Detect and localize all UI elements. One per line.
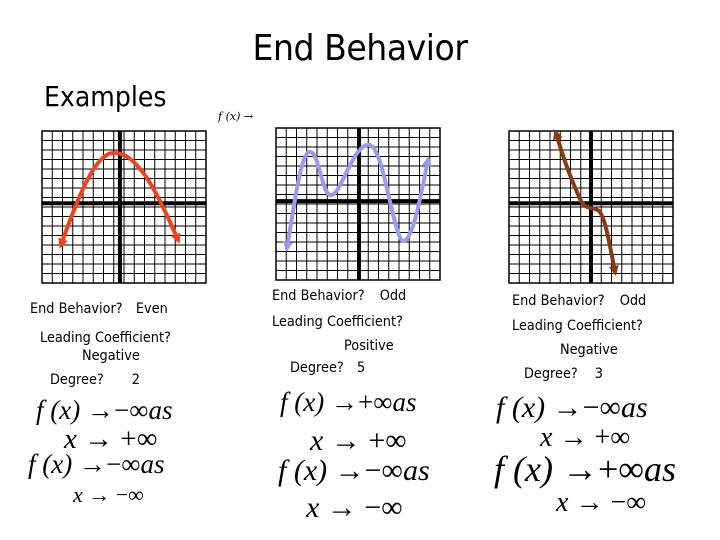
degree-row-2: Degree? 5 [290, 360, 365, 376]
leading-coefficient-value-3: Negative [560, 342, 618, 358]
limit-lhs: x [306, 491, 320, 524]
limit-suffix: as [392, 387, 417, 417]
end-behavior-row-1: End Behavior? Even [30, 301, 168, 317]
limit-line-1-1: f (x) →−∞as [36, 397, 172, 424]
limit-target: −∞ [364, 491, 403, 524]
limit-line-2-4: x → −∞ [306, 493, 403, 523]
leading-coefficient-label-3: Leading Coefficient? [512, 318, 643, 334]
limit-arrow: → [86, 395, 114, 425]
limit-line-2-2: x → +∞ [310, 426, 407, 456]
degree-row-1: Degree? 2 [50, 372, 140, 388]
limit-target: +∞ [368, 424, 407, 457]
limit-target: −∞ [113, 395, 149, 425]
degree-value: 3 [594, 366, 603, 382]
limit-suffix: as [148, 395, 173, 425]
limit-suffix: as [402, 454, 430, 487]
graph-example-3 [508, 129, 674, 284]
limit-lhs: f (x) [36, 395, 81, 425]
limit-suffix: as [643, 449, 676, 489]
limit-lhs: x [556, 487, 569, 518]
limit-line-1-4: x → −∞ [73, 484, 144, 506]
limit-lhs: f (x) [278, 454, 328, 487]
limit-arrow: → [330, 424, 361, 457]
limit-target: −∞ [115, 482, 144, 507]
limit-arrow: → [326, 491, 357, 524]
slide-subtitle: Examples [44, 80, 167, 113]
leading-coefficient-label-1: Leading Coefficient? [40, 330, 171, 346]
limit-line-3-1: f (x) →−∞as [496, 393, 648, 423]
limit-lhs: f (x) [280, 387, 325, 417]
degree-label: Degree? [290, 360, 344, 376]
end-behavior-row-3: End Behavior? Odd [512, 293, 646, 309]
end-behavior-label: End Behavior? [272, 288, 365, 304]
limit-arrow: → [88, 482, 111, 507]
limit-arrow: → [561, 449, 598, 489]
limit-arrow: → [334, 454, 365, 487]
degree-value: 5 [357, 360, 366, 376]
limit-target: −∞ [364, 454, 403, 487]
limit-arrow: → [78, 449, 106, 479]
degree-row-3: Degree? 3 [524, 366, 603, 382]
degree-label: Degree? [50, 372, 104, 388]
limit-line-2-1: f (x) →+∞as [280, 389, 416, 416]
limit-line-3-2: x → +∞ [540, 424, 630, 452]
limit-suffix: as [140, 449, 165, 479]
graph-example-2 [275, 127, 441, 281]
leading-coefficient-value-1: Negative [82, 348, 140, 364]
slide-title: End Behavior [252, 28, 468, 69]
end-behavior-label: End Behavior? [30, 301, 123, 317]
limit-line-3-3: f (x) →+∞as [494, 451, 676, 487]
limit-arrow: → [552, 391, 583, 424]
limit-lhs: f (x) [28, 449, 73, 479]
end-behavior-row-2: End Behavior? Odd [272, 288, 406, 304]
leading-coefficient-value-2: Positive [344, 338, 394, 354]
leading-coefficient-label-2: Leading Coefficient? [272, 314, 403, 330]
limit-suffix: as [620, 391, 648, 424]
limit-arrow: → [330, 387, 358, 417]
limit-line-3-4: x → −∞ [556, 489, 646, 517]
degree-label: Degree? [524, 366, 578, 382]
limit-target: −∞ [582, 391, 621, 424]
degree-value: 2 [131, 372, 140, 388]
limit-arrow: → [575, 487, 604, 518]
end-behavior-value: Even [135, 301, 168, 317]
limit-lhs: x [310, 424, 324, 457]
limit-lhs: f (x) [494, 449, 553, 489]
limit-lhs: x [73, 482, 83, 507]
f-of-x-annotation: f (x) → [218, 110, 254, 123]
limit-lhs: f (x) [496, 391, 546, 424]
end-behavior-value: Odd [619, 293, 647, 309]
limit-target: +∞ [597, 449, 644, 489]
limit-target: −∞ [610, 487, 647, 518]
limit-line-1-3: f (x) →−∞as [28, 451, 164, 478]
graph-example-1 [41, 130, 207, 284]
limit-line-2-3: f (x) →−∞as [278, 456, 430, 486]
limit-target: +∞ [357, 387, 393, 417]
end-behavior-value: Odd [379, 288, 407, 304]
end-behavior-label: End Behavior? [512, 293, 605, 309]
limit-target: −∞ [105, 449, 141, 479]
